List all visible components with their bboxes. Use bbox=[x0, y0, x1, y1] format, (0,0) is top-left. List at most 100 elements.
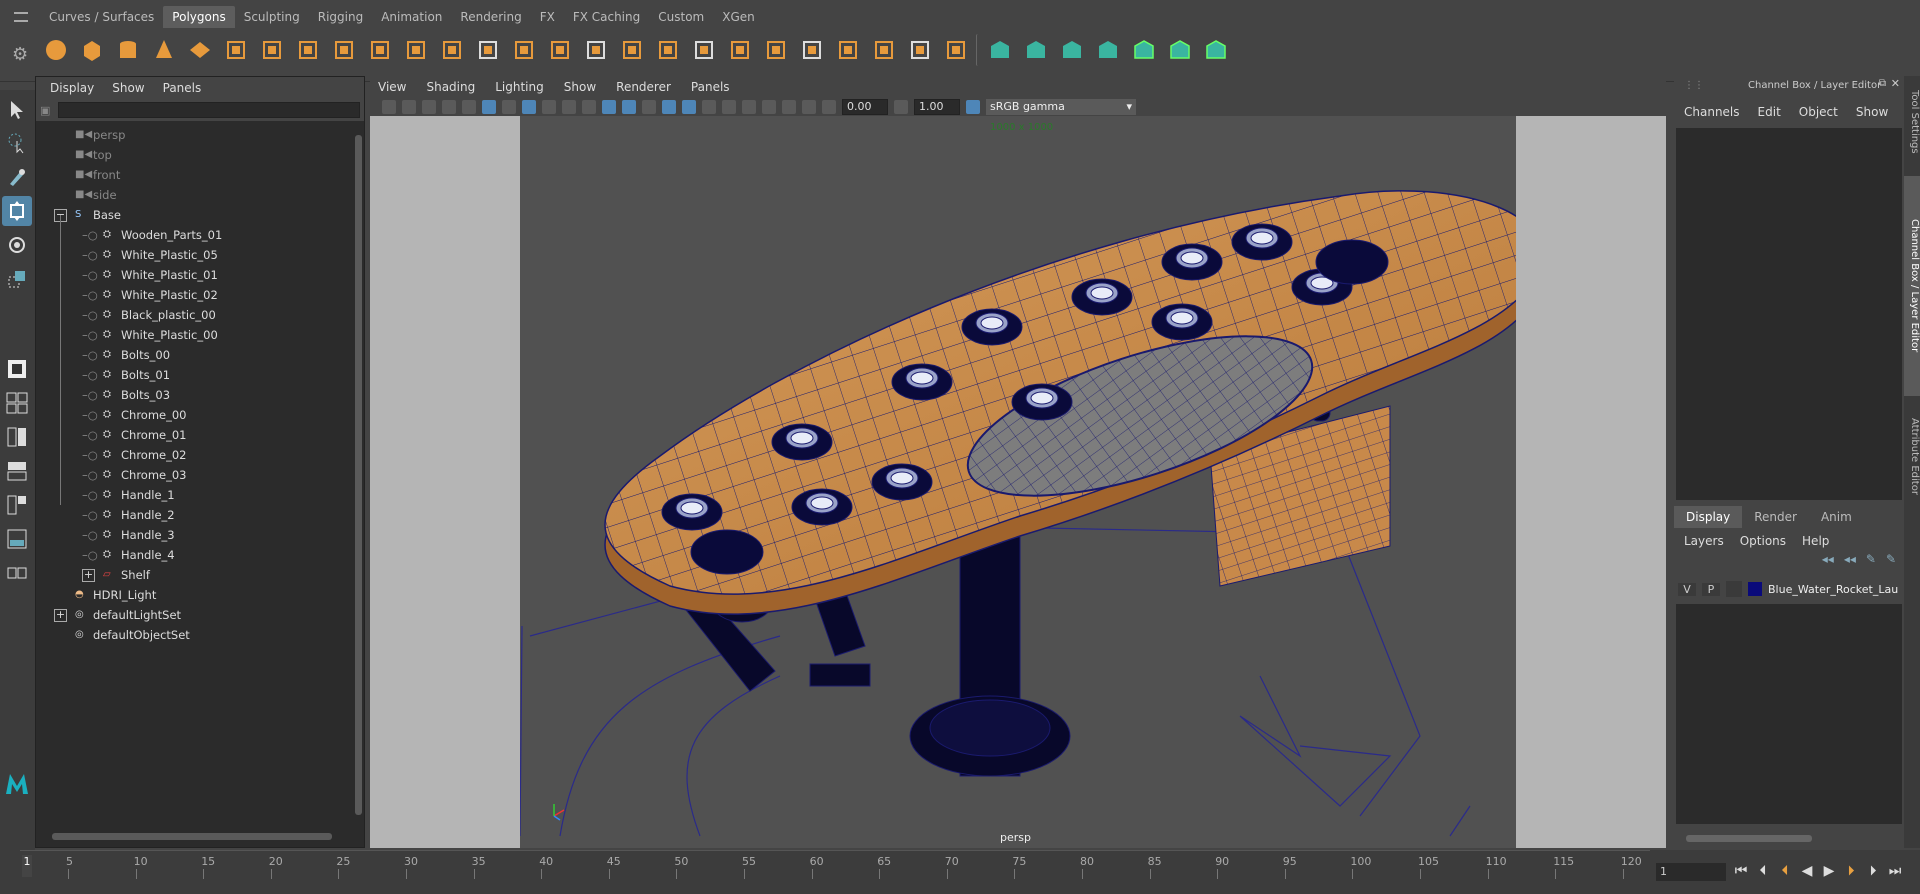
outliner-item-white-plastic-05[interactable]: –○ ⛭ White_Plastic_05 bbox=[82, 245, 218, 265]
combine-icon[interactable] bbox=[328, 34, 360, 66]
layer-menu-layers[interactable]: Layers bbox=[1684, 534, 1724, 548]
outliner-item-chrome-01[interactable]: –○ ⛭ Chrome_01 bbox=[82, 425, 187, 445]
prism-icon[interactable] bbox=[256, 34, 288, 66]
crease-icon[interactable] bbox=[724, 34, 756, 66]
shelf-tab-xgen[interactable]: XGen bbox=[713, 6, 764, 28]
camera-select-icon[interactable] bbox=[382, 100, 396, 114]
outliner-item-bolts-03[interactable]: –○ ⛭ Bolts_03 bbox=[82, 385, 170, 405]
outliner-item-chrome-00[interactable]: –○ ⛭ Chrome_00 bbox=[82, 405, 187, 425]
fill-hole-icon[interactable] bbox=[652, 34, 684, 66]
green-swap-icon[interactable] bbox=[1128, 34, 1160, 66]
channel-menu-edit[interactable]: Edit bbox=[1758, 105, 1781, 119]
mirror-icon[interactable] bbox=[760, 34, 792, 66]
wireframe-icon[interactable] bbox=[602, 100, 616, 114]
layout-more-icon[interactable] bbox=[2, 558, 32, 588]
smooth-shade-icon[interactable] bbox=[622, 100, 636, 114]
ao-icon[interactable] bbox=[742, 100, 756, 114]
expand-toggle-icon[interactable]: + bbox=[54, 608, 67, 622]
bevel-icon[interactable] bbox=[508, 34, 540, 66]
move-layer-down-icon[interactable]: ◂◂ bbox=[1844, 552, 1856, 572]
move-layer-up-icon[interactable]: ◂◂ bbox=[1822, 552, 1834, 572]
cube-icon[interactable] bbox=[76, 34, 108, 66]
layer-tab-display[interactable]: Display bbox=[1674, 506, 1743, 528]
tab-attribute-editor[interactable]: Attribute Editor bbox=[1904, 406, 1920, 506]
textured-icon[interactable] bbox=[642, 100, 656, 114]
exposure-field[interactable]: 0.00 bbox=[842, 99, 888, 115]
snap-icon[interactable] bbox=[868, 34, 900, 66]
select-tool-icon[interactable] bbox=[2, 94, 32, 124]
move-tool-icon[interactable] bbox=[2, 196, 32, 226]
shelf-tab-fx[interactable]: FX bbox=[531, 6, 564, 28]
quad-draw-icon[interactable] bbox=[688, 34, 720, 66]
grid-toggle-icon[interactable] bbox=[462, 100, 476, 114]
shelf-menu-icon[interactable] bbox=[14, 12, 28, 22]
viewport-menu-renderer[interactable]: Renderer bbox=[616, 80, 671, 94]
outliner-item-base[interactable]: − S Base bbox=[54, 205, 121, 225]
tab-tool-settings[interactable]: Tool Settings bbox=[1904, 82, 1920, 162]
outliner-item-shelf[interactable]: + ▱ Shelf bbox=[82, 565, 150, 585]
sculpt-icon[interactable] bbox=[940, 34, 972, 66]
step-back-icon[interactable]: ⏴ bbox=[1754, 862, 1772, 880]
viewport-menu-show[interactable]: Show bbox=[564, 80, 596, 94]
play-back-icon[interactable]: ◀ bbox=[1798, 862, 1816, 880]
torus-icon[interactable] bbox=[220, 34, 252, 66]
layout-four-icon[interactable] bbox=[2, 388, 32, 418]
panel-grip-icon[interactable]: ⋮⋮ bbox=[1684, 80, 1704, 91]
xray-icon[interactable] bbox=[682, 100, 696, 114]
exposure-icon[interactable] bbox=[822, 100, 836, 114]
outliner-item-white-plastic-02[interactable]: –○ ⛭ White_Plastic_02 bbox=[82, 285, 218, 305]
layer-hscrollbar[interactable] bbox=[1682, 834, 1896, 843]
frame-field[interactable]: 1 bbox=[1656, 863, 1726, 881]
tab-channel-box[interactable]: Channel Box / Layer Editor bbox=[1904, 176, 1920, 396]
outliner-item-handle-4[interactable]: –○ ⛭ Handle_4 bbox=[82, 545, 175, 565]
channel-menu-channels[interactable]: Channels bbox=[1684, 105, 1740, 119]
viewport-scene[interactable]: 1000 x 1000 persp bbox=[370, 116, 1666, 848]
grid-icon[interactable] bbox=[436, 34, 468, 66]
camera-attr-icon[interactable] bbox=[402, 100, 416, 114]
filter-icon[interactable]: ▣ bbox=[40, 104, 50, 117]
shelf-tab-sculpting[interactable]: Sculpting bbox=[235, 6, 309, 28]
isolate-icon[interactable] bbox=[782, 100, 796, 114]
channel-menu-show[interactable]: Show bbox=[1856, 105, 1888, 119]
extrude-icon[interactable] bbox=[580, 34, 612, 66]
plane-icon[interactable] bbox=[184, 34, 216, 66]
layer-color-swatch[interactable] bbox=[1748, 582, 1762, 596]
outliner-item-hdri-light[interactable]: ◓ HDRI_Light bbox=[54, 585, 156, 605]
shelf-tab-fx-caching[interactable]: FX Caching bbox=[564, 6, 649, 28]
shelf-tab-custom[interactable]: Custom bbox=[649, 6, 713, 28]
expand-toggle-icon[interactable]: + bbox=[82, 568, 95, 582]
green-cube-4-icon[interactable] bbox=[1092, 34, 1124, 66]
play-forward-icon[interactable]: ▶ bbox=[1820, 862, 1838, 880]
outliner-hscrollbar[interactable] bbox=[40, 831, 350, 842]
shadows-icon[interactable] bbox=[722, 100, 736, 114]
scale-tool-icon[interactable] bbox=[2, 264, 32, 294]
lasso-tool-icon[interactable] bbox=[2, 128, 32, 158]
green-check-icon[interactable] bbox=[1164, 34, 1196, 66]
uv-planar-icon[interactable] bbox=[796, 34, 828, 66]
layout-single-icon[interactable] bbox=[2, 354, 32, 384]
outliner-item-top[interactable]: ■◀ top bbox=[54, 145, 112, 165]
outliner-menu-panels[interactable]: Panels bbox=[163, 81, 202, 95]
outliner-item-front[interactable]: ■◀ front bbox=[54, 165, 120, 185]
outliner-search-input[interactable] bbox=[58, 102, 360, 118]
outliner-item-persp[interactable]: ■◀ persp bbox=[54, 125, 125, 145]
outliner-item-chrome-03[interactable]: –○ ⛭ Chrome_03 bbox=[82, 465, 187, 485]
bridge-icon[interactable] bbox=[616, 34, 648, 66]
gamma-field[interactable]: 1.00 bbox=[914, 99, 960, 115]
outliner-item-side[interactable]: ■◀ side bbox=[54, 185, 117, 205]
outliner-item-white-plastic-00[interactable]: –○ ⛭ White_Plastic_00 bbox=[82, 325, 218, 345]
prev-key-icon[interactable]: ⏴ bbox=[1776, 862, 1794, 880]
layer-name[interactable]: Blue_Water_Rocket_Laur bbox=[1768, 583, 1898, 596]
safe-title-icon[interactable] bbox=[582, 100, 596, 114]
green-cube-1-icon[interactable] bbox=[984, 34, 1016, 66]
shelf-tab-rendering[interactable]: Rendering bbox=[451, 6, 530, 28]
new-layer-icon[interactable]: ✎ bbox=[1866, 552, 1876, 572]
xray-joints-icon[interactable] bbox=[802, 100, 816, 114]
gate-mask-icon[interactable] bbox=[522, 100, 536, 114]
timeline-track[interactable]: 1 5 10 15 20 25 30 35 40 45 50 55 60 65 70 75 80 85 90 95 1… bbox=[20, 850, 1650, 880]
green-cube-2-icon[interactable] bbox=[1020, 34, 1052, 66]
outliner-item-defaultobjectset[interactable]: ◎ defaultObjectSet bbox=[54, 625, 190, 645]
layout-persp-icon[interactable] bbox=[2, 524, 32, 554]
outliner-menu-show[interactable]: Show bbox=[112, 81, 144, 95]
layer-row[interactable]: V P Blue_Water_Rocket_Laur bbox=[1674, 578, 1904, 600]
